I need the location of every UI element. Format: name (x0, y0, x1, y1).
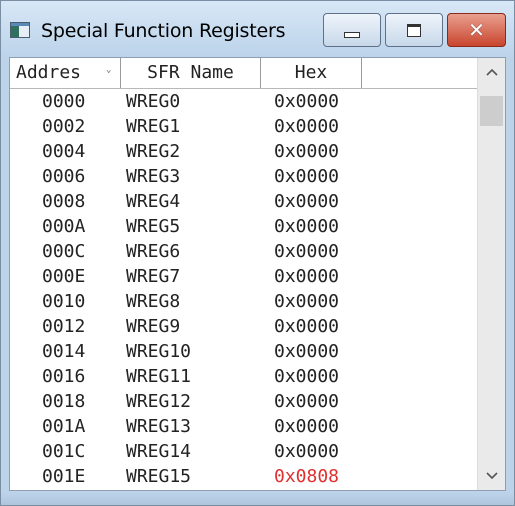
close-button[interactable]: ✕ (447, 13, 506, 47)
cell-sfr-name: WREG12 (126, 391, 192, 412)
table-header: Addres ⌄ SFR Name Hex (10, 58, 477, 89)
cell-address: 0016 (42, 366, 86, 387)
cell-sfr-name: WREG5 (126, 216, 181, 237)
cell-hex-value[interactable]: 0x0000 (274, 289, 339, 314)
cell-sfr-name: WREG8 (126, 291, 181, 312)
cell-hex-value[interactable]: 0x0000 (274, 164, 339, 189)
minimize-button[interactable] (323, 13, 381, 47)
cell-sfr-name: WREG15 (126, 466, 192, 487)
cell-hex-value[interactable]: 0x0000 (274, 214, 339, 239)
table-row[interactable]: 000C WREG6 0x0000 (10, 239, 477, 264)
cell-hex-value[interactable]: 0x0000 (274, 189, 339, 214)
cell-address: 000C (42, 241, 86, 262)
vertical-scrollbar[interactable] (477, 58, 505, 490)
table-row[interactable]: 0004 WREG2 0x0000 (10, 139, 477, 164)
cell-address: 0014 (42, 341, 86, 362)
cell-sfr-name: WREG14 (126, 441, 192, 462)
column-header-hex[interactable]: Hex (261, 58, 362, 88)
column-header-address-label: Addres (16, 62, 82, 83)
table-row[interactable]: 0018 WREG12 0x0000 (10, 389, 477, 414)
scroll-down-arrow-icon[interactable] (478, 462, 505, 490)
table-row[interactable]: 0002 WREG1 0x0000 (10, 114, 477, 139)
maximize-icon (407, 23, 421, 37)
cell-address: 000A (42, 216, 86, 237)
column-header-sfr-name[interactable]: SFR Name (121, 58, 261, 88)
scroll-up-arrow-icon[interactable] (478, 58, 505, 86)
minimize-icon (344, 32, 360, 38)
table-row[interactable]: 0010 WREG8 0x0000 (10, 289, 477, 314)
cell-address: 0010 (42, 291, 86, 312)
sort-indicator-icon: ⌄ (106, 65, 112, 75)
cell-sfr-name: WREG9 (126, 316, 181, 337)
cell-address: 001E (42, 466, 86, 487)
cell-sfr-name: WREG0 (126, 91, 181, 112)
cell-sfr-name: WREG11 (126, 366, 192, 387)
scroll-thumb[interactable] (480, 96, 503, 126)
table-row[interactable]: 000E WREG7 0x0000 (10, 264, 477, 289)
cell-sfr-name: WREG3 (126, 166, 181, 187)
title-bar[interactable]: Special Function Registers ✕ (1, 1, 514, 57)
cell-hex-value[interactable]: 0x0000 (274, 339, 339, 364)
cell-hex-value[interactable]: 0x0000 (274, 114, 339, 139)
cell-address: 0012 (42, 316, 86, 337)
table-body: 0000 WREG0 0x0000 0002 WREG1 0x0000 0004 WREG2 0… (10, 89, 477, 489)
column-header-address[interactable]: Addres ⌄ (10, 58, 121, 88)
table-row[interactable]: 000A WREG5 0x0000 (10, 214, 477, 239)
cell-sfr-name: WREG13 (126, 416, 192, 437)
cell-sfr-name: WREG1 (126, 116, 181, 137)
cell-address: 0018 (42, 391, 86, 412)
cell-address: 0008 (42, 191, 86, 212)
cell-sfr-name: WREG10 (126, 341, 192, 362)
cell-hex-value[interactable]: 0x0000 (274, 364, 339, 389)
cell-address: 001A (42, 416, 86, 437)
cell-address: 0006 (42, 166, 86, 187)
cell-address: 001C (42, 441, 86, 462)
table-row[interactable]: 001E WREG15 0x0808 (10, 464, 477, 489)
table-row[interactable]: 001C WREG14 0x0000 (10, 439, 477, 464)
cell-hex-value[interactable]: 0x0000 (274, 439, 339, 464)
cell-sfr-name: WREG7 (126, 266, 181, 287)
cell-hex-value[interactable]: 0x0808 (274, 464, 339, 489)
cell-address: 000E (42, 266, 86, 287)
cell-hex-value[interactable]: 0x0000 (274, 89, 339, 114)
cell-address: 0000 (42, 91, 86, 112)
cell-hex-value[interactable]: 0x0000 (274, 139, 339, 164)
table-row[interactable]: 0000 WREG0 0x0000 (10, 89, 477, 114)
table-row[interactable]: 0006 WREG3 0x0000 (10, 164, 477, 189)
cell-hex-value[interactable]: 0x0000 (274, 314, 339, 339)
cell-sfr-name: WREG6 (126, 241, 181, 262)
cell-hex-value[interactable]: 0x0000 (274, 389, 339, 414)
cell-sfr-name: WREG2 (126, 141, 181, 162)
close-icon: ✕ (468, 18, 485, 42)
table-row[interactable]: 0012 WREG9 0x0000 (10, 314, 477, 339)
sfr-table: Addres ⌄ SFR Name Hex 0000 WREG0 0x0000 000… (9, 57, 506, 491)
cell-address: 0004 (42, 141, 86, 162)
cell-sfr-name: WREG4 (126, 191, 181, 212)
table-row[interactable]: 0016 WREG11 0x0000 (10, 364, 477, 389)
column-header-filler (362, 58, 477, 88)
cell-hex-value[interactable]: 0x0000 (274, 239, 339, 264)
table-row[interactable]: 0014 WREG10 0x0000 (10, 339, 477, 364)
window-bottom-border (1, 493, 514, 505)
register-window-icon[interactable] (10, 22, 30, 38)
sfr-window: Special Function Registers ✕ Addres ⌄ SF… (0, 0, 515, 506)
table-row[interactable]: 0008 WREG4 0x0000 (10, 189, 477, 214)
cell-hex-value[interactable]: 0x0000 (274, 264, 339, 289)
window-title: Special Function Registers (41, 20, 286, 42)
cell-address: 0002 (42, 116, 86, 137)
cell-hex-value[interactable]: 0x0000 (274, 414, 339, 439)
maximize-button[interactable] (385, 13, 443, 47)
table-row[interactable]: 001A WREG13 0x0000 (10, 414, 477, 439)
